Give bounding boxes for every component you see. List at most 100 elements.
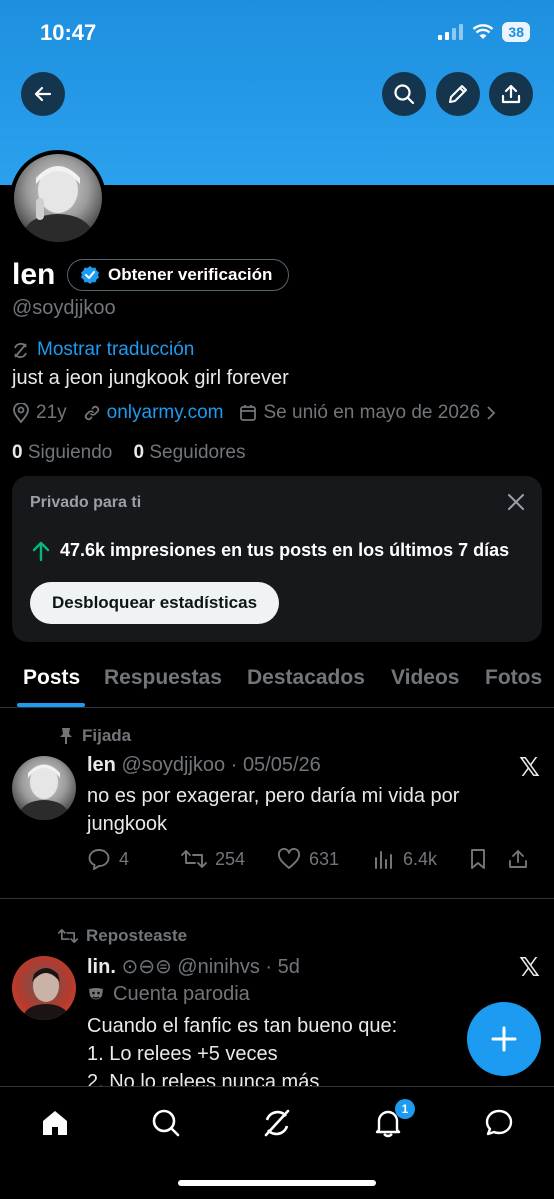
profile-avatar[interactable] <box>10 150 106 246</box>
heart-icon <box>278 848 300 869</box>
author-badges: ⊙⊖⊜ <box>121 956 172 978</box>
post-context-label: Fijada <box>82 726 132 745</box>
share-icon <box>509 850 527 868</box>
reply-count: 4 <box>119 848 130 869</box>
show-translation-link[interactable]: Mostrar traducción <box>12 339 194 361</box>
reply-icon <box>88 849 110 870</box>
plus-icon <box>491 1026 517 1052</box>
post-text: no es por exagerar, pero daría mi vida p… <box>87 785 460 835</box>
location-text: 21y <box>36 402 67 423</box>
post-share-button[interactable] <box>507 848 529 870</box>
repost-icon <box>181 850 207 868</box>
chevron-right-icon <box>487 406 496 420</box>
nav-messages[interactable] <box>481 1105 517 1141</box>
following-label: Siguiendo <box>27 442 113 463</box>
post-author-name[interactable]: lin. <box>87 956 116 978</box>
profile-handle: @soydjjkoo <box>12 297 116 319</box>
signal-icon <box>438 24 464 40</box>
profile-meta: 21y onlyarmy.com Se unió en mayo de 2026 <box>12 402 512 424</box>
reply-button[interactable]: 4 <box>87 848 181 870</box>
following-link[interactable]: 0 Siguiendo <box>12 442 112 463</box>
repost-count: 254 <box>215 848 246 869</box>
impressions-text: 47.6k impresiones en tus posts en los úl… <box>60 540 510 560</box>
compose-post-button[interactable] <box>467 1002 541 1076</box>
search-icon <box>394 84 415 105</box>
tab-highlights[interactable]: Destacados <box>247 666 365 690</box>
website-link[interactable]: onlyarmy.com <box>107 402 224 424</box>
post-date[interactable]: 05/05/26 <box>243 754 321 776</box>
home-icon <box>43 1111 67 1135</box>
repost-button[interactable]: 254 <box>181 849 277 870</box>
pin-icon <box>60 728 72 744</box>
tab-posts[interactable]: Posts <box>23 666 80 690</box>
nav-home[interactable] <box>37 1105 73 1141</box>
edit-button[interactable] <box>436 72 480 116</box>
bookmark-button[interactable] <box>469 848 507 870</box>
bookmark-icon <box>471 849 485 869</box>
post-actions: 4 254 631 6.4k <box>87 848 542 870</box>
search-icon <box>152 1109 180 1137</box>
close-icon <box>508 494 524 510</box>
show-translation-label: Mostrar traducción <box>37 339 195 360</box>
link-icon <box>84 405 99 421</box>
get-verified-label: Obtener verificación <box>108 265 273 284</box>
status-icons: 38 <box>438 22 530 42</box>
post-header: len @soydjjkoo · 05/05/26 <box>87 754 321 776</box>
post-author-handle[interactable]: @ninihvs <box>177 956 260 978</box>
post-text: Cuando el fanfic es tan bueno que: 1. Lo… <box>87 1012 507 1096</box>
post-divider <box>0 898 554 899</box>
joined-text: Se unió en mayo de 2026 <box>263 402 481 423</box>
like-button[interactable]: 631 <box>277 848 373 870</box>
post-context: Reposteaste <box>58 926 187 946</box>
parody-label: Cuenta parodia <box>87 983 250 1006</box>
calendar-icon <box>240 405 257 421</box>
views-chart-icon <box>375 851 392 869</box>
followers-label: Seguidores <box>149 442 246 463</box>
chat-bubble-icon <box>485 1109 513 1136</box>
tab-videos[interactable]: Videos <box>391 666 459 690</box>
private-card-label: Privado para ti <box>30 494 142 511</box>
parody-mask-icon <box>89 987 103 999</box>
profile-tabs: Posts Respuestas Destacados Videos Fotos <box>0 660 554 708</box>
tab-photos[interactable]: Fotos <box>485 666 542 690</box>
arrow-left-icon <box>34 86 52 102</box>
post-avatar[interactable] <box>12 956 76 1020</box>
profile-bio: just a jeon jungkook girl forever <box>12 367 289 389</box>
post-author-name[interactable]: len <box>87 754 116 776</box>
back-button[interactable] <box>21 72 65 116</box>
post-header: lin. ⊙⊖⊜ @ninihvs · 5d <box>87 956 300 978</box>
impressions-stat: 47.6k impresiones en tus posts en los úl… <box>32 540 509 561</box>
views-button[interactable]: 6.4k <box>373 849 469 870</box>
battery-icon: 38 <box>502 22 530 42</box>
unlock-stats-button[interactable]: Desbloquear estadísticas <box>30 582 280 624</box>
status-time: 10:47 <box>40 20 97 45</box>
joined-item[interactable]: Se unió en mayo de 2026 <box>239 402 496 424</box>
pencil-icon <box>449 85 467 103</box>
post-context-label: Reposteaste <box>86 926 188 945</box>
post-author-handle[interactable]: @soydjjkoo <box>121 754 225 776</box>
status-bar: 10:47 38 <box>0 0 554 66</box>
private-stats-card: Privado para ti 47.6k impresiones en tus… <box>12 476 542 642</box>
grok-icon <box>264 1109 290 1137</box>
followers-count: 0 <box>133 442 145 463</box>
active-tab-indicator <box>17 703 85 707</box>
website-item[interactable]: onlyarmy.com <box>83 402 224 424</box>
home-indicator <box>178 1180 376 1186</box>
x-logo-icon: 𝕏 <box>519 752 540 782</box>
post-date[interactable]: 5d <box>278 956 300 978</box>
close-card-button[interactable] <box>506 492 526 517</box>
follow-counts: 0 Siguiendo 0 Seguidores <box>12 442 246 464</box>
repost-icon <box>58 929 78 943</box>
get-verified-button[interactable]: Obtener verificación <box>67 259 290 291</box>
avatar-image <box>14 154 102 242</box>
following-count: 0 <box>12 442 23 463</box>
nav-grok[interactable] <box>259 1105 295 1141</box>
tab-replies[interactable]: Respuestas <box>104 666 222 690</box>
nav-search[interactable] <box>148 1105 184 1141</box>
post-context: Fijada <box>58 726 131 746</box>
search-button[interactable] <box>382 72 426 116</box>
post-avatar[interactable] <box>12 756 76 820</box>
followers-link[interactable]: 0 Seguidores <box>134 442 246 463</box>
arrow-up-icon <box>32 541 50 561</box>
share-button[interactable] <box>489 72 533 116</box>
